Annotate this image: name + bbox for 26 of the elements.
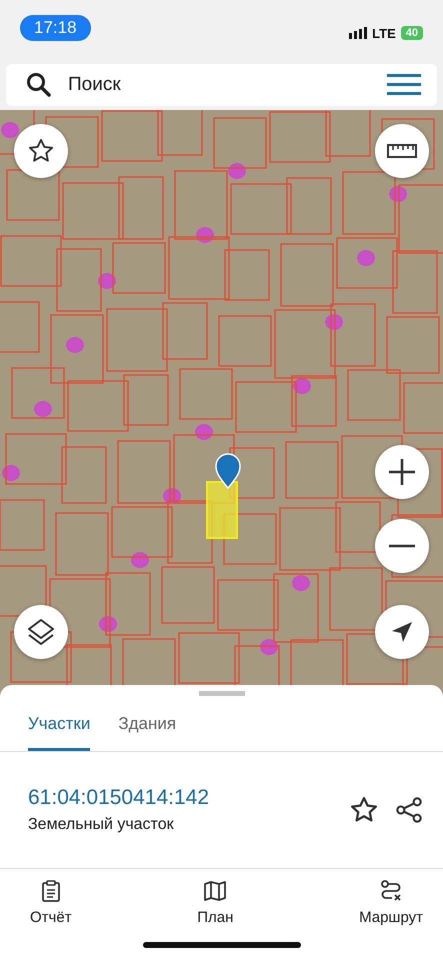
sheet-handle[interactable] — [198, 691, 244, 696]
signal-icon — [349, 27, 368, 39]
arrow-icon — [390, 620, 414, 644]
parcel-type: Земельный участок — [28, 816, 175, 834]
network-label: LTE — [372, 26, 396, 40]
parcel-number-link[interactable]: 61:04:0150414:142 — [28, 786, 333, 810]
nav-button[interactable]: План — [197, 879, 234, 926]
location-pin-icon — [215, 453, 241, 489]
search-icon — [26, 72, 52, 98]
tab[interactable]: Участки — [28, 704, 90, 751]
search-field[interactable]: Поиск — [6, 64, 437, 106]
nav-button[interactable]: Маршрут — [359, 879, 423, 926]
menu-icon[interactable] — [387, 74, 421, 96]
status-time: 17:18 — [20, 15, 91, 41]
tab[interactable]: Здания — [118, 704, 176, 751]
battery-level: 40 — [400, 26, 423, 40]
plus-icon — [387, 457, 417, 487]
search-input[interactable]: Поиск — [66, 73, 373, 97]
clipboard-icon — [40, 879, 62, 903]
layers-icon — [26, 617, 56, 647]
route-icon — [379, 879, 404, 903]
share-icon[interactable] — [395, 796, 423, 824]
minus-icon — [387, 544, 417, 548]
nav-button[interactable]: Отчёт — [30, 879, 72, 926]
map-icon — [203, 879, 228, 903]
ruler-icon — [387, 143, 417, 159]
